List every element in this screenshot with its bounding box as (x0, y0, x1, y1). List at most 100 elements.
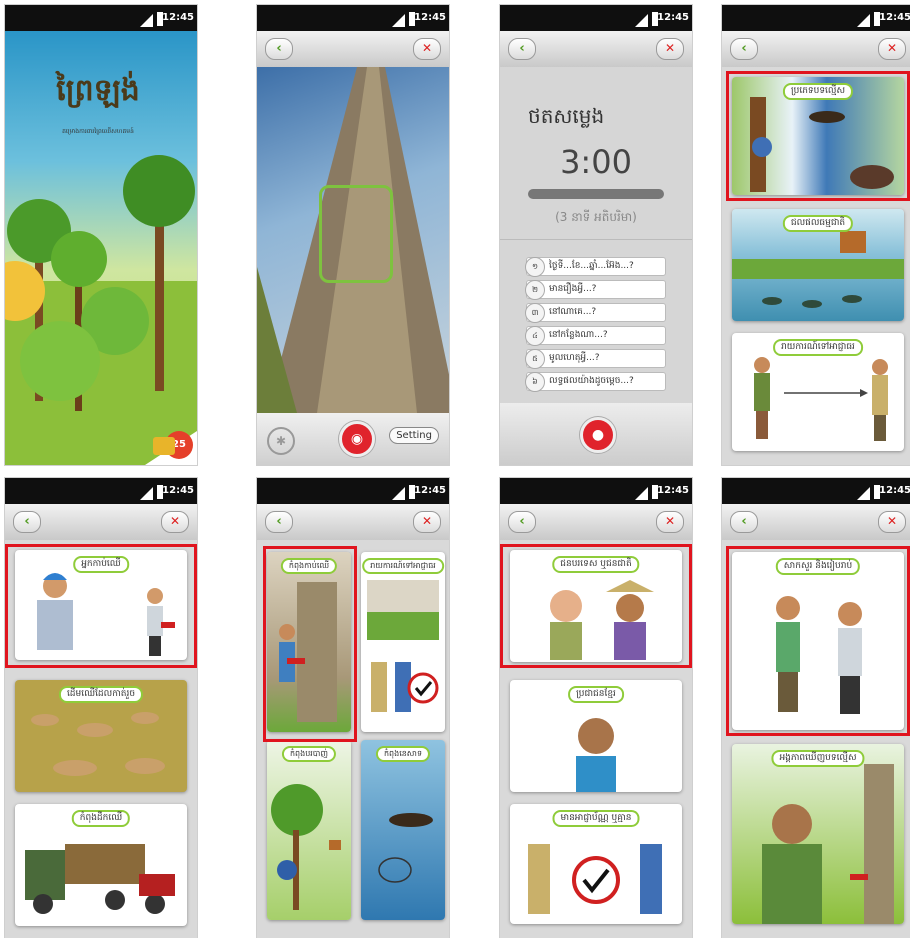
chevron-left-icon: ‹ (276, 514, 282, 529)
close-button[interactable]: ✕ (878, 38, 906, 60)
menu5-screen: 12:45 ‹ ✕ សាកសួរ និងរៀបរាប់ អង្គភាពឃើញបទ… (722, 478, 910, 938)
card-label: ដើមឈើដែលកាត់រួច (58, 686, 144, 703)
question-item[interactable]: ៥ មូលហេតុអ្វី...? (525, 349, 666, 369)
menu2-screen: 12:45 ‹ ✕ អ្នកកាប់ឈើ ដើមឈើដែលកាត់រួច កំព… (5, 478, 197, 938)
card-label: ជលផលធម្មជាតិ (782, 215, 854, 232)
menu-card[interactable]: កំពុងដឹកឈើ (15, 804, 187, 926)
report-authority-illustration (367, 580, 439, 712)
back-button[interactable]: ‹ (508, 38, 536, 60)
menu-card[interactable]: ប្រជាជនខ្មែរ (510, 680, 682, 792)
question-text: ថ្ងៃទី...ខែ...ឆ្នាំ...អ៊ែង...? (549, 261, 634, 271)
menu3-content: កំពុងកាប់ឈើ រាយការណ៍ទៅអាជ្ញាធរ កំពុងបរបា… (257, 540, 449, 938)
question-text: លទ្ធផលយ៉ាងដូចម្តេច...? (549, 376, 634, 386)
camera-controls: ✱ ◉ Setting (257, 413, 449, 465)
card-label: រាយការណ៍ទៅអាជ្ញាធរ (773, 339, 863, 356)
app-subtitle: គម្រោងការពារព្រៃឈើសហគមន៍ (62, 128, 134, 135)
signal-icon (392, 14, 405, 27)
close-button[interactable]: ✕ (878, 511, 906, 533)
witness-illustration (762, 764, 894, 924)
back-button[interactable]: ‹ (265, 511, 293, 533)
cover-screen: 12:45 ព្រៃឡង់ គម្រោងការពារព្រៃឈើសហគមន៍ 2… (5, 5, 197, 465)
status-time: 12:45 (879, 12, 910, 23)
question-text: នៅកន្លែងណា...? (549, 330, 608, 340)
fishing-illustration (378, 813, 433, 883)
menu-card[interactable]: រាយការណ៍ទៅអាជ្ញាធរ (732, 333, 904, 451)
record-button[interactable]: ● (580, 417, 616, 453)
record-heading: ថតសម្លេង (528, 104, 605, 128)
signal-icon (857, 14, 870, 27)
question-item[interactable]: ១ ថ្ងៃទី...ខែ...ឆ្នាំ...អ៊ែង...? (525, 257, 666, 277)
record-controls: ● (500, 403, 692, 465)
close-button[interactable]: ✕ (656, 511, 684, 533)
chevron-left-icon: ‹ (276, 41, 282, 56)
close-button[interactable]: ✕ (656, 38, 684, 60)
signal-icon (635, 487, 648, 500)
signal-icon (392, 487, 405, 500)
signal-icon (140, 487, 153, 500)
shutter-button[interactable]: ◉ (339, 421, 375, 457)
record-limit: (3 នាទី អតិបរិមា) (555, 210, 637, 224)
question-number: ៣ (525, 303, 545, 323)
record-content: ថតសម្លេង 3:00 (3 នាទី អតិបរិមា) ១ ថ្ងៃទី.… (500, 67, 692, 465)
menu5-content: សាកសួរ និងរៀបរាប់ អង្គភាពឃើញបទល្មើស (722, 540, 910, 938)
question-text: នៅណាគេ...? (549, 307, 597, 317)
question-text: មូលហេតុអ្វី...? (549, 353, 600, 363)
setting-button[interactable]: Setting (389, 427, 439, 444)
menu-card[interactable]: កំពុងនេសាទ (361, 740, 445, 920)
question-item[interactable]: ៤ នៅកន្លែងណា...? (525, 326, 666, 346)
status-bar: 12:45 (500, 5, 692, 31)
close-button[interactable]: ✕ (161, 511, 189, 533)
question-number: ២ (525, 280, 545, 300)
close-button[interactable]: ✕ (413, 511, 441, 533)
status-bar: 12:45 (722, 5, 910, 31)
chevron-left-icon: ‹ (519, 41, 525, 56)
signal-icon (857, 487, 870, 500)
nav-bar: ‹ ✕ (5, 504, 197, 540)
highlight-box (263, 546, 357, 742)
back-button[interactable]: ‹ (265, 38, 293, 60)
status-bar: 12:45 (5, 478, 197, 504)
back-button[interactable]: ‹ (508, 511, 536, 533)
record-timer: 3:00 (560, 143, 632, 181)
highlight-box (726, 71, 910, 201)
question-item[interactable]: ៣ នៅណាគេ...? (525, 303, 666, 323)
close-icon: ✕ (886, 514, 898, 528)
menu4-screen: 12:45 ‹ ✕ ជនបរទេស ឬជនជាតិ ប្រជាជនខ្មែរ ម… (500, 478, 692, 938)
menu-card[interactable]: កំពុងបរបាញ់ (267, 740, 351, 920)
close-icon: ✕ (421, 514, 433, 528)
status-bar: 12:45 (5, 5, 197, 31)
menu-card[interactable]: អង្គភាពឃើញបទល្មើស (732, 744, 904, 924)
status-time: 12:45 (414, 12, 446, 23)
focus-frame (319, 185, 393, 283)
menu-card[interactable]: ជលផលធម្មជាតិ (732, 209, 904, 321)
status-bar: 12:45 (722, 478, 910, 504)
question-number: ១ (525, 257, 545, 277)
card-label: មានអាជ្ញាប័ណ្ណ ឬគ្មាន (552, 810, 640, 827)
status-time: 12:45 (879, 485, 910, 496)
question-item[interactable]: ២ មានរឿងអ្វី...? (525, 280, 666, 300)
chevron-left-icon: ‹ (24, 514, 30, 529)
card-label: កំពុងបរបាញ់ (281, 746, 337, 762)
divider (500, 239, 692, 240)
back-button[interactable]: ‹ (730, 511, 758, 533)
status-time: 12:45 (657, 12, 689, 23)
record-screen: 12:45 ‹ ✕ ថតសម្លេង 3:00 (3 នាទី អតិបរិមា… (500, 5, 692, 465)
back-button[interactable]: ‹ (13, 511, 41, 533)
highlight-box (500, 544, 692, 668)
close-icon: ✕ (169, 514, 181, 528)
menu-card[interactable]: មានអាជ្ញាប័ណ្ណ ឬគ្មាន (510, 804, 682, 924)
menu-card[interactable]: ដើមឈើដែលកាត់រួច (15, 680, 187, 792)
app-title: ព្រៃឡង់ (56, 73, 140, 108)
back-button[interactable]: ‹ (730, 38, 758, 60)
menu1-content: ប្រភេទបទល្មើស ជលផលធម្មជាតិ រាយការណ៍ទៅអាជ… (722, 67, 910, 465)
card-label: កំពុងនេសាទ (375, 746, 431, 762)
highlight-box (726, 546, 910, 736)
question-number: ៦ (525, 372, 545, 392)
question-item[interactable]: ៦ លទ្ធផលយ៉ាងដូចម្តេច...? (525, 372, 666, 392)
menu1-screen: 12:45 ‹ ✕ ប្រភេទបទល្មើស ជលផលធម្មជាតិ រាយ… (722, 5, 910, 465)
menu-card[interactable]: រាយការណ៍ទៅអាជ្ញាធរ (361, 552, 445, 732)
close-button[interactable]: ✕ (413, 38, 441, 60)
camera-viewfinder[interactable] (257, 67, 449, 413)
flash-icon[interactable]: ✱ (267, 427, 295, 455)
nav-bar: ‹ ✕ (722, 31, 910, 67)
